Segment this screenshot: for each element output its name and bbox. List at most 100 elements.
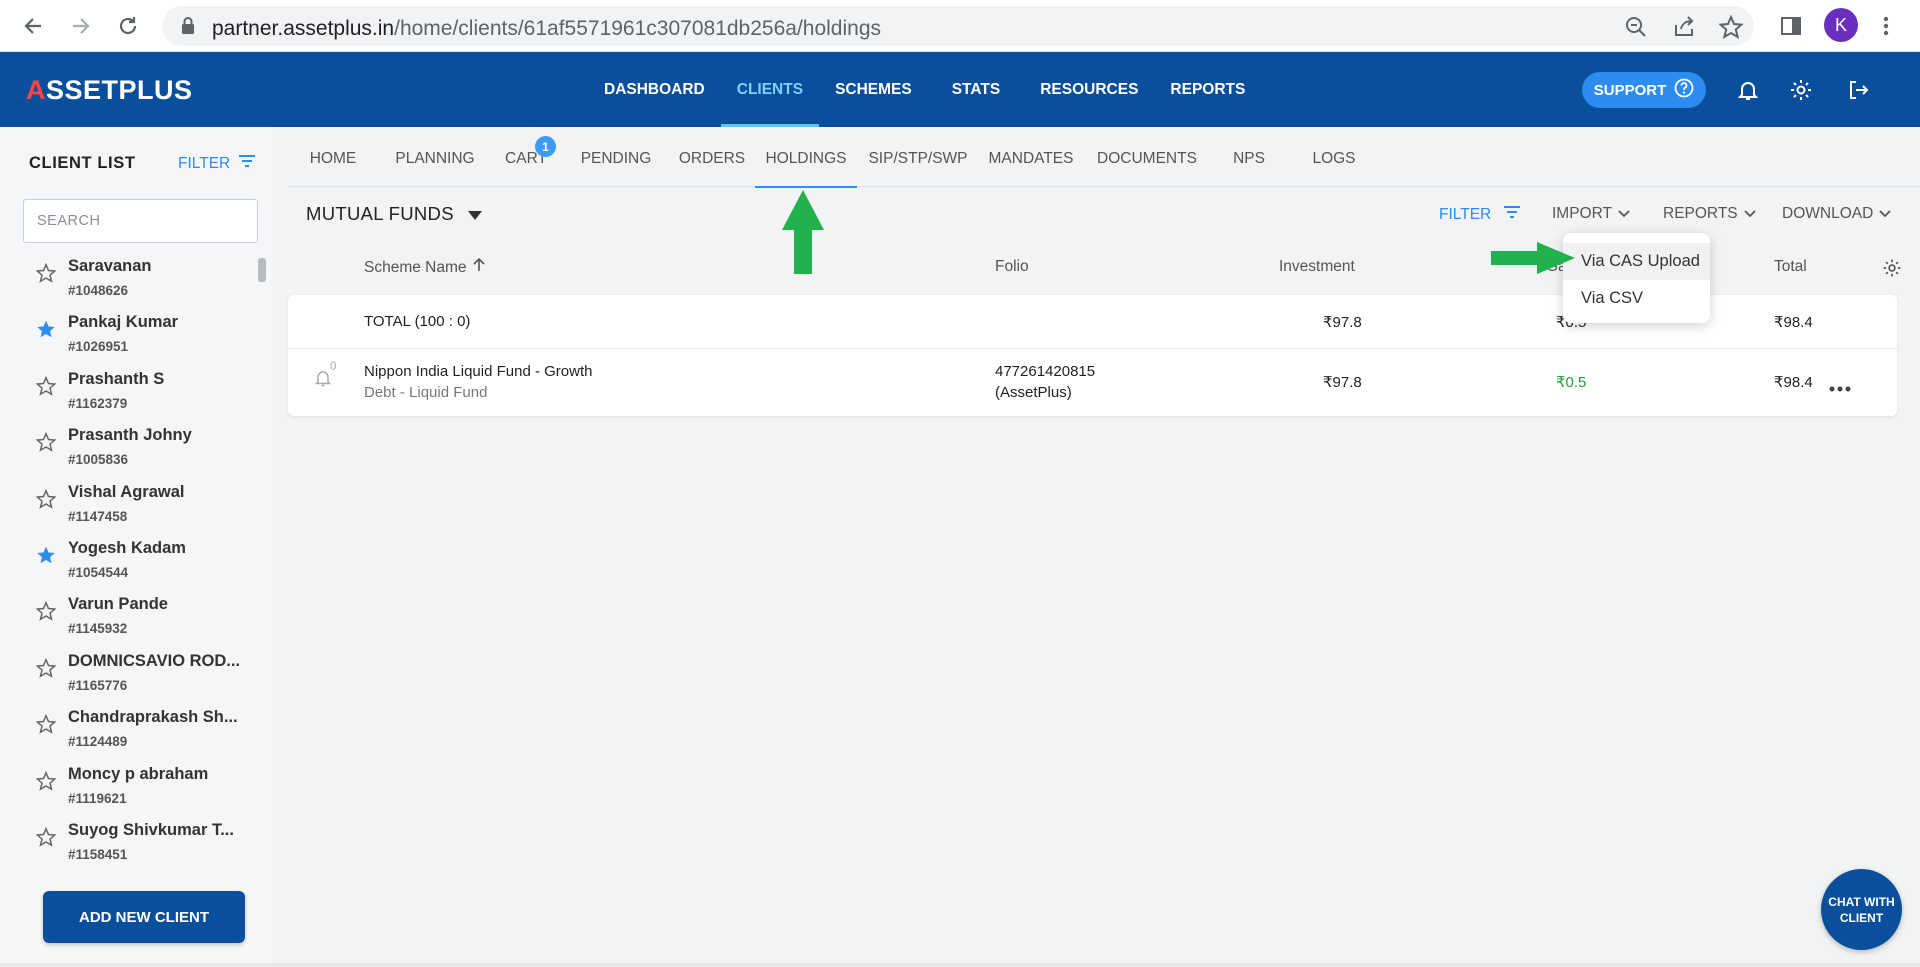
profile-avatar[interactable]: K — [1824, 8, 1858, 42]
column-investment[interactable]: Investment — [1279, 258, 1355, 276]
row-divider — [288, 348, 1897, 349]
client-list-item[interactable]: Saravanan #1048626 — [0, 255, 260, 311]
client-name: DOMNICSAVIO ROD... — [68, 651, 241, 670]
more-menu-icon[interactable] — [1871, 11, 1901, 41]
sidebar-filter-label: FILTER — [178, 154, 231, 172]
tab-planning[interactable]: PLANNING — [383, 127, 487, 187]
address-bar[interactable]: partner.assetplus.in/home/clients/61af55… — [162, 6, 1754, 46]
client-list-item[interactable]: Yogesh Kadam #1054544 — [0, 537, 260, 593]
tab-documents[interactable]: DOCUMENTS — [1089, 127, 1205, 187]
client-name: Yogesh Kadam — [68, 539, 186, 557]
tab-home[interactable]: HOME — [289, 127, 377, 187]
support-button[interactable]: SUPPORT — [1582, 72, 1706, 108]
column-scheme-label: Scheme Name — [364, 258, 467, 276]
tab-pending[interactable]: PENDING — [570, 127, 662, 187]
filter-icon — [238, 154, 256, 173]
forward-icon[interactable] — [66, 11, 96, 41]
star-outline-icon[interactable] — [35, 375, 57, 396]
nav-resources[interactable]: RESOURCES — [1024, 52, 1154, 127]
alert-count: 0 — [330, 361, 337, 373]
client-id: #1145932 — [68, 621, 128, 637]
star-outline-icon[interactable] — [35, 488, 57, 509]
reports-button[interactable]: REPORTS — [1663, 205, 1756, 223]
total-investment: ₹97.8 — [1323, 314, 1362, 331]
nav-clients[interactable]: CLIENTS — [720, 52, 820, 127]
nav-schemes[interactable]: SCHEMES — [819, 52, 928, 127]
asset-category-label: MUTUAL FUNDS — [306, 203, 454, 224]
star-filled-icon[interactable] — [36, 545, 56, 565]
column-scheme-name[interactable]: Scheme Name — [364, 257, 485, 277]
share-icon[interactable] — [1672, 15, 1696, 39]
client-list-item[interactable]: Varun Pande #1145932 — [0, 593, 260, 649]
side-panel-icon[interactable] — [1776, 11, 1806, 41]
tab-holdings[interactable]: HOLDINGS — [755, 127, 857, 188]
download-button[interactable]: DOWNLOAD — [1782, 205, 1891, 223]
help-icon — [1674, 78, 1694, 102]
star-filled-icon[interactable] — [36, 319, 56, 339]
client-id: #1158451 — [68, 847, 128, 862]
client-id: #1026951 — [68, 339, 129, 355]
column-folio[interactable]: Folio — [995, 258, 1029, 276]
tab-orders[interactable]: ORDERS — [669, 127, 755, 187]
star-outline-icon[interactable] — [35, 826, 57, 847]
column-settings-gear-icon[interactable] — [1882, 258, 1902, 283]
chat-with-client-button[interactable]: CHAT WITH CLIENT — [1821, 869, 1902, 950]
lock-icon — [180, 16, 196, 41]
chat-label-line2: CLIENT — [1839, 910, 1884, 925]
client-name: Pankaj Kumar — [68, 313, 179, 332]
download-label: DOWNLOAD — [1782, 205, 1874, 222]
menu-item-via-csv[interactable]: Via CSV — [1563, 280, 1710, 317]
scheme-name[interactable]: Nippon India Liquid Fund - Growth — [364, 363, 592, 380]
client-list-item[interactable]: Vishal Agrawal #1147458 — [0, 481, 260, 537]
client-search-input[interactable] — [23, 199, 258, 243]
star-outline-icon[interactable] — [35, 431, 57, 452]
client-list-scrollbar[interactable] — [258, 258, 266, 282]
client-list-item[interactable]: Moncy p abraham #1119621 — [0, 763, 260, 819]
settings-gear-icon[interactable] — [1789, 78, 1813, 102]
reload-icon[interactable] — [113, 11, 143, 41]
chat-label-line1: CHAT WITH — [1828, 894, 1895, 909]
client-list-item[interactable]: Prasanth Johny #1005836 — [0, 424, 260, 480]
menu-item-via-cas-upload[interactable]: Via CAS Upload — [1563, 243, 1710, 280]
tab-mandates[interactable]: MANDATES — [981, 127, 1081, 187]
column-total[interactable]: Total — [1774, 258, 1807, 276]
import-button[interactable]: IMPORT — [1552, 205, 1630, 223]
logout-icon[interactable] — [1846, 78, 1870, 102]
nav-stats[interactable]: STATS — [928, 52, 1025, 127]
client-list-item[interactable]: DOMNICSAVIO ROD... #1165776 — [0, 650, 260, 706]
assetplus-logo[interactable]: ASSETPLUS — [26, 75, 193, 106]
client-list-item[interactable]: Pankaj Kumar #1026951 — [0, 311, 260, 367]
star-outline-icon[interactable] — [35, 262, 57, 283]
star-outline-icon[interactable] — [35, 770, 57, 791]
logo-a: A — [26, 75, 46, 105]
row-more-options-icon[interactable] — [1829, 379, 1851, 397]
url-domain: partner.assetplus.in — [212, 17, 395, 40]
client-name: Moncy p abraham — [68, 764, 209, 783]
client-list-item[interactable]: Suyog Shivkumar T... #1158451 — [0, 819, 260, 870]
nav-dashboard[interactable]: DASHBOARD — [588, 52, 721, 127]
client-id: #1054544 — [68, 565, 129, 580]
client-id: #1119621 — [68, 790, 127, 806]
client-name: Varun Pande — [68, 595, 168, 614]
nav-reports[interactable]: REPORTS — [1154, 52, 1261, 127]
notification-bell-icon[interactable] — [1736, 78, 1760, 102]
tab-nps[interactable]: NPS — [1215, 127, 1283, 187]
chevron-down-icon — [1618, 205, 1630, 223]
back-icon[interactable] — [18, 11, 48, 41]
url-text: partner.assetplus.in/home/clients/61af55… — [212, 17, 881, 41]
zoom-icon[interactable] — [1624, 15, 1648, 39]
star-outline-icon[interactable] — [35, 601, 57, 622]
client-list-item[interactable]: Chandraprakash Sh... #1124489 — [0, 706, 260, 762]
star-outline-icon[interactable] — [35, 657, 57, 678]
add-new-client-button[interactable]: ADD NEW CLIENT — [43, 891, 245, 943]
sidebar-filter-button[interactable]: FILTER — [178, 154, 256, 173]
chevron-down-icon — [1744, 205, 1756, 223]
tab-sip-stp-swp[interactable]: SIP/STP/SWP — [863, 127, 973, 187]
client-id: #1165776 — [68, 677, 128, 693]
asset-category-dropdown[interactable]: MUTUAL FUNDS — [306, 203, 482, 225]
tab-logs[interactable]: LOGS — [1299, 127, 1369, 187]
holdings-filter-button[interactable]: FILTER — [1439, 205, 1521, 224]
client-list-item[interactable]: Prashanth S #1162379 — [0, 368, 260, 424]
bookmark-star-icon[interactable] — [1718, 14, 1744, 39]
star-outline-icon[interactable] — [35, 713, 57, 734]
